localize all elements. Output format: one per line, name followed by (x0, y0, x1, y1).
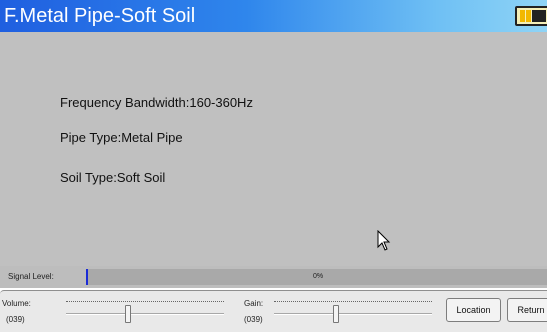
volume-label: Volume: (2, 299, 31, 308)
battery-cell-3 (532, 10, 546, 22)
mouse-cursor-icon (377, 230, 391, 251)
signal-level-label: Signal Level: (8, 272, 54, 281)
signal-level-percent: 0% (313, 273, 324, 280)
volume-slider-track (66, 313, 224, 315)
battery-cell-1 (520, 10, 525, 22)
return-button[interactable]: Return (507, 298, 547, 322)
location-button[interactable]: Location (446, 298, 501, 322)
gain-slider-thumb[interactable] (333, 305, 340, 323)
volume-slider-thumb[interactable] (125, 305, 132, 323)
title-bar: F.Metal Pipe-Soft Soil (0, 0, 547, 32)
signal-level-row: Signal Level: 0% (0, 266, 547, 288)
volume-value: (039) (6, 315, 25, 324)
gain-value: (039) (244, 315, 263, 324)
signal-level-fill (86, 269, 88, 285)
gain-label: Gain: (244, 299, 264, 308)
volume-slider[interactable] (66, 299, 224, 323)
battery-icon (515, 6, 547, 26)
info-panel: Frequency Bandwidth:160-360Hz Pipe Type:… (0, 32, 547, 266)
window-title: F.Metal Pipe-Soft Soil (4, 5, 196, 27)
volume-slider-ticks (66, 301, 224, 302)
frequency-bandwidth-text: Frequency Bandwidth:160-360Hz (60, 95, 253, 110)
gain-slider-track (274, 313, 432, 315)
gain-slider[interactable] (274, 299, 432, 323)
battery-cell-2 (526, 10, 531, 22)
gain-slider-ticks (274, 301, 432, 302)
soil-type-text: Soil Type:Soft Soil (60, 170, 166, 185)
signal-level-bar: 0% (86, 269, 547, 285)
pipe-type-text: Pipe Type:Metal Pipe (60, 130, 183, 145)
control-panel: Volume: (039) Gain: (039) Location Retur… (0, 290, 547, 332)
